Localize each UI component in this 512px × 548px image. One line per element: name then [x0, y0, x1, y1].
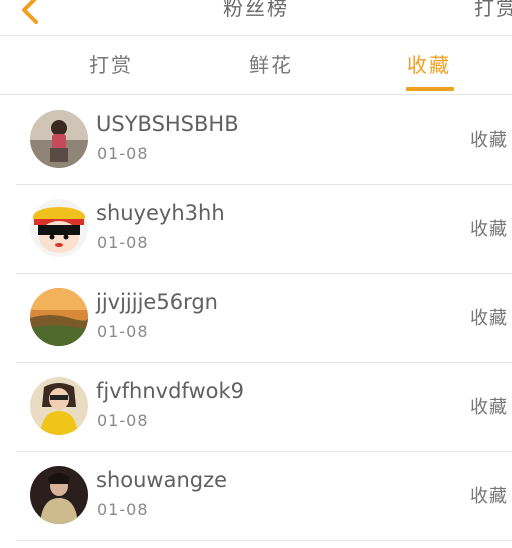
- avatar[interactable]: [30, 377, 88, 435]
- action-label: 收藏: [470, 308, 508, 329]
- active-tab-indicator: [406, 87, 454, 91]
- tab-tip[interactable]: 打赏: [86, 49, 136, 78]
- avatar[interactable]: [30, 110, 88, 168]
- list-item[interactable]: USYBSHSBHB 01-08 收藏: [0, 96, 512, 185]
- action-label: 收藏: [470, 397, 508, 418]
- tab-bar: 打赏 鲜花 收藏: [0, 37, 512, 95]
- action-label: 收藏: [470, 486, 508, 507]
- list-item[interactable]: fjvfhnvdfwok9 01-08 收藏: [0, 363, 512, 452]
- username: jjvjjjje56rgn: [96, 290, 218, 314]
- username: shouwangze: [96, 468, 228, 492]
- list-item[interactable]: shuyeyh3hh 01-08 收藏: [0, 185, 512, 274]
- top-bar: 粉丝榜 打赏: [0, 0, 512, 36]
- date: 01-08: [97, 500, 149, 519]
- action-label: 收藏: [470, 219, 508, 240]
- divider: [16, 540, 512, 541]
- tab-flowers[interactable]: 鲜花: [246, 49, 296, 78]
- fan-list: USYBSHSBHB 01-08 收藏 shuyeyh3hh 01-08 收藏: [0, 96, 512, 541]
- avatar[interactable]: [30, 466, 88, 524]
- username: USYBSHSBHB: [96, 112, 239, 136]
- list-item[interactable]: jjvjjjje56rgn 01-08 收藏: [0, 274, 512, 363]
- date: 01-08: [97, 144, 149, 163]
- action-label: 收藏: [470, 130, 508, 151]
- date: 01-08: [97, 322, 149, 341]
- avatar[interactable]: [30, 199, 88, 257]
- date: 01-08: [97, 233, 149, 252]
- header-right-button[interactable]: 打赏: [474, 0, 512, 21]
- list-item[interactable]: shouwangze 01-08 收藏: [0, 452, 512, 541]
- username: shuyeyh3hh: [96, 201, 225, 225]
- tab-favorites[interactable]: 收藏: [404, 49, 454, 78]
- page-title: 粉丝榜: [223, 0, 289, 20]
- avatar[interactable]: [30, 288, 88, 346]
- username: fjvfhnvdfwok9: [96, 379, 244, 403]
- date: 01-08: [97, 411, 149, 430]
